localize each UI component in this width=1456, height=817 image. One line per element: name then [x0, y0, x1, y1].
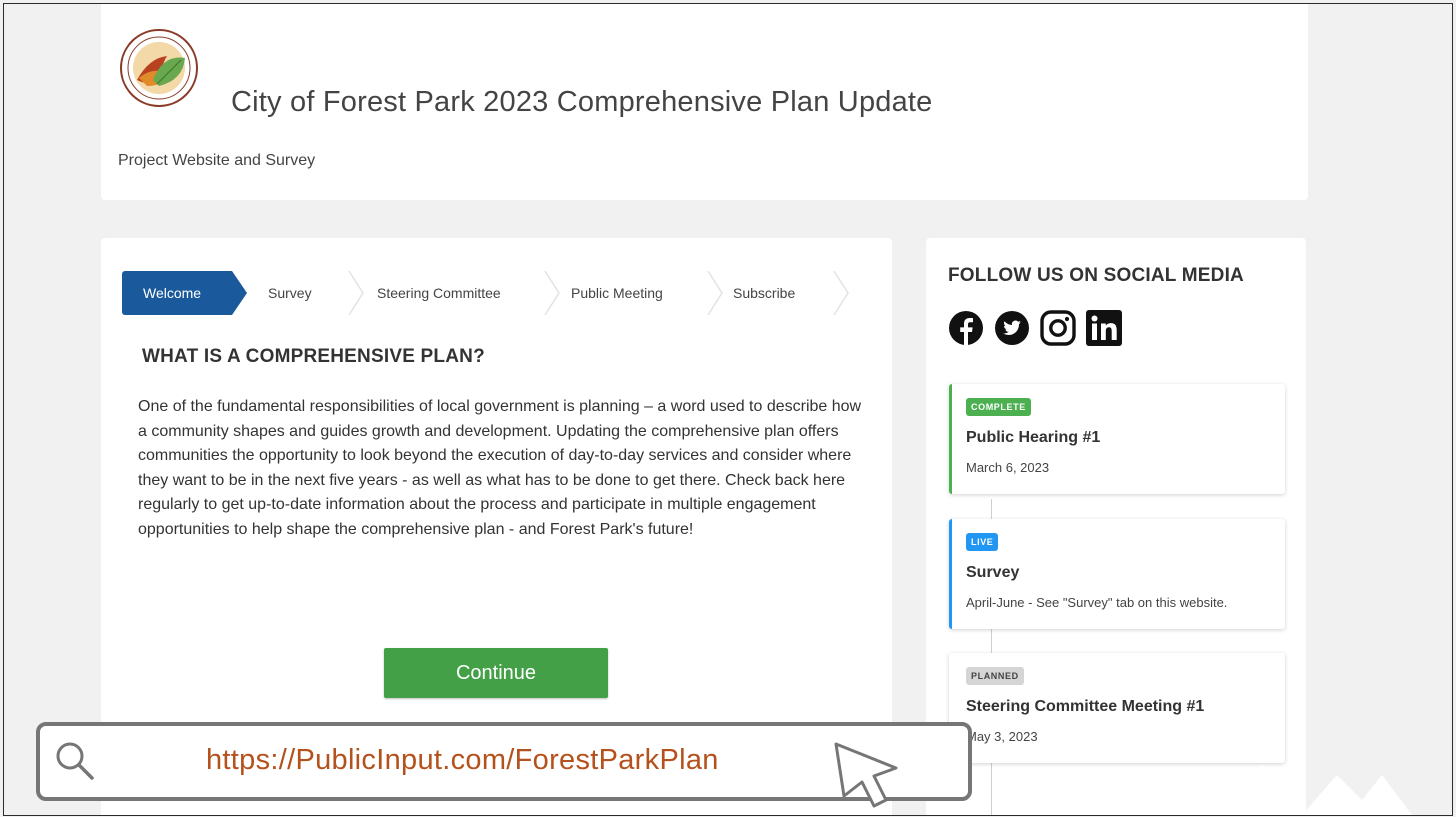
- chevron-right-icon: [832, 271, 850, 315]
- tab-label: Subscribe: [733, 285, 796, 301]
- tab-label: Steering Committee: [377, 285, 501, 301]
- tab-steering-committee[interactable]: Steering Committee: [377, 271, 501, 315]
- tab-subscribe[interactable]: Subscribe: [733, 271, 795, 315]
- chevron-right-icon: [706, 271, 724, 315]
- instagram-icon[interactable]: [1040, 310, 1076, 346]
- project-url-link[interactable]: https://PublicInput.com/ForestParkPlan: [206, 744, 719, 777]
- tab-label: Welcome: [143, 285, 202, 301]
- chevron-right-icon: [347, 271, 365, 315]
- city-seal-logo: [120, 29, 198, 107]
- event-title: Steering Committee Meeting #1: [966, 698, 1205, 715]
- section-title: WHAT IS A COMPREHENSIVE PLAN?: [142, 346, 485, 367]
- site-title: City of Forest Park 2023 Comprehensive P…: [231, 86, 933, 118]
- header-card: City of Forest Park 2023 Comprehensive P…: [101, 4, 1308, 200]
- continue-button[interactable]: Continue: [384, 648, 608, 698]
- tab-label: Public Meeting: [571, 285, 663, 301]
- event-date: May 3, 2023: [966, 729, 1038, 744]
- event-date: March 6, 2023: [966, 460, 1050, 475]
- decorative-shapes: [1222, 765, 1412, 815]
- status-bar: [949, 384, 952, 494]
- chevron-right-icon: [543, 271, 561, 315]
- follow-title: FOLLOW US ON SOCIAL MEDIA: [948, 265, 1244, 286]
- status-bar: [949, 519, 952, 629]
- status-badge: COMPLETE: [966, 398, 1031, 416]
- tab-welcome[interactable]: Welcome: [122, 271, 247, 315]
- step-navigation: Welcome Survey Steering Committee Public…: [122, 271, 862, 315]
- event-title: Public Hearing #1: [966, 429, 1101, 446]
- tab-label: Survey: [268, 285, 312, 301]
- page-frame: City of Forest Park 2023 Comprehensive P…: [3, 3, 1453, 816]
- linkedin-icon[interactable]: [1086, 310, 1122, 346]
- timeline-event-public-hearing[interactable]: COMPLETE Public Hearing #1 March 6, 2023: [949, 384, 1285, 494]
- twitter-icon[interactable]: [994, 310, 1030, 346]
- timeline-event-survey[interactable]: LIVE Survey April-June - See "Survey" ta…: [949, 519, 1285, 629]
- facebook-icon[interactable]: [948, 310, 984, 346]
- social-links: [948, 310, 1122, 346]
- intro-paragraph: One of the fundamental responsibilities …: [138, 398, 862, 538]
- search-icon: [56, 742, 94, 780]
- tab-survey[interactable]: Survey: [268, 271, 312, 315]
- status-badge: LIVE: [966, 533, 999, 551]
- event-date: April-June - See "Survey" tab on this we…: [966, 595, 1228, 610]
- mouse-pointer-icon: [834, 742, 898, 808]
- status-badge: PLANNED: [966, 667, 1024, 685]
- tab-public-meeting[interactable]: Public Meeting: [571, 271, 663, 315]
- event-title: Survey: [966, 564, 1020, 581]
- site-subtitle: Project Website and Survey: [118, 152, 316, 169]
